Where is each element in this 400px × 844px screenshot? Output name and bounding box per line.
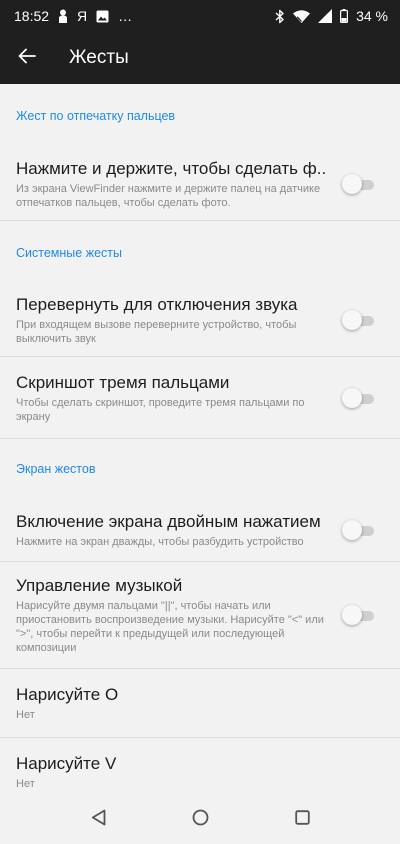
setting-summary: Нажмите на экран дважды, чтобы разбудить… [16, 536, 304, 548]
setting-summary: Из экрана ViewFinder нажмите и держите п… [16, 183, 321, 209]
setting-three-finger-screenshot[interactable]: Скриншот тремя пальцами Чтобы сделать ск… [0, 357, 400, 438]
setting-music-control[interactable]: Управление музыкой Нарисуйте двумя пальц… [0, 562, 400, 668]
setting-summary: Нет [16, 709, 35, 721]
setting-title: Перевернуть для отключения звука [16, 295, 298, 314]
flip-to-mute-toggle[interactable] [342, 310, 374, 330]
navigation-bar [0, 796, 400, 844]
setting-draw-v[interactable]: Нарисуйте V Нет [0, 738, 400, 796]
setting-title: Нарисуйте V [16, 754, 117, 773]
notification-more-icon: … [118, 8, 133, 24]
status-bar: 18:52 Я … 34 % [0, 0, 400, 32]
cellular-signal-icon [318, 9, 333, 23]
settings-list[interactable]: Жест по отпечатку пальцев Нажмите и держ… [0, 84, 400, 796]
wifi-icon [293, 9, 311, 23]
setting-fingerprint-photo[interactable]: Нажмите и держите, чтобы сделать ф.. Из … [0, 148, 400, 220]
double-tap-wake-toggle[interactable] [342, 520, 374, 540]
page-title: Жесты [69, 47, 129, 68]
back-button[interactable] [0, 32, 55, 84]
status-time: 18:52 [14, 8, 50, 24]
circle-home-icon [192, 809, 209, 831]
notification-image-icon [96, 10, 109, 23]
setting-title: Включение экрана двойным нажатием [16, 512, 321, 531]
square-recents-icon [294, 810, 310, 830]
three-finger-screenshot-toggle[interactable] [342, 387, 374, 408]
section-header-screen-gestures: Экран жестов [16, 462, 96, 476]
setting-title: Нажмите и держите, чтобы сделать ф.. [16, 159, 327, 178]
app-bar: Жесты [0, 32, 400, 84]
setting-summary: Нарисуйте двумя пальцами "||", чтобы нач… [16, 600, 324, 654]
arrow-left-icon [18, 48, 36, 69]
section-header-system: Системные жесты [16, 245, 122, 260]
setting-flip-to-mute[interactable]: Перевернуть для отключения звука При вхо… [0, 284, 400, 356]
setting-double-tap-wake[interactable]: Включение экрана двойным нажатием Нажмит… [0, 499, 400, 561]
nav-recents-button[interactable] [282, 800, 322, 840]
setting-summary: При входящем вызове переверните устройст… [16, 319, 297, 345]
setting-summary: Чтобы сделать скриншот, проведите тремя … [16, 396, 305, 423]
notification-yandex-icon: Я [77, 8, 88, 24]
nav-back-button[interactable] [78, 800, 118, 840]
setting-title: Скриншот тремя пальцами [16, 372, 230, 392]
battery-percent: 34 % [356, 8, 388, 24]
triangle-back-icon [91, 809, 106, 831]
bluetooth-icon [275, 9, 285, 24]
music-control-toggle[interactable] [342, 605, 374, 625]
setting-summary: Нет [16, 778, 35, 790]
setting-draw-o[interactable]: Нарисуйте O Нет [0, 669, 400, 737]
notification-person-icon [58, 9, 68, 23]
setting-title: Нарисуйте O [16, 685, 119, 704]
fingerprint-photo-toggle[interactable] [342, 174, 374, 194]
section-header-fingerprint: Жест по отпечатку пальцев [16, 109, 176, 123]
setting-title: Управление музыкой [16, 576, 183, 595]
nav-home-button[interactable] [180, 800, 220, 840]
battery-icon [340, 9, 349, 23]
